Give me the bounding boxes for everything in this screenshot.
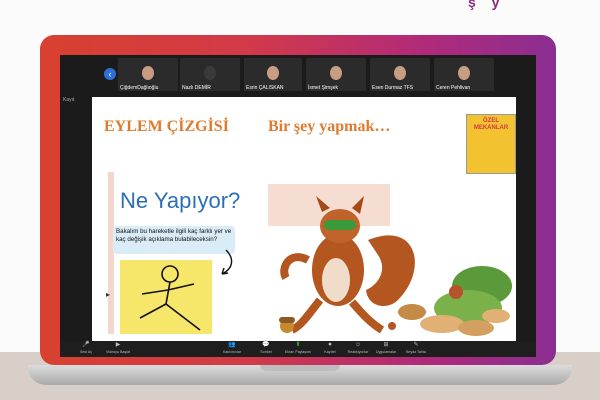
stick-figure-panel: [120, 260, 212, 334]
participant-tile[interactable]: Nazlı DEMİR: [180, 58, 240, 91]
participant-avatar: [267, 66, 279, 80]
participant-avatar: [204, 66, 216, 80]
share-screen-button[interactable]: ⬆ Ekran Paylaşımı: [284, 342, 312, 356]
slide-subtitle: Bir şey yapmak…: [268, 118, 391, 135]
participant-name: Esen Durmaz TFS: [372, 85, 414, 91]
chat-button[interactable]: 💬 Sohbet: [252, 342, 280, 356]
participant-tile[interactable]: Esrin ÇALISKAN: [244, 58, 302, 91]
record-icon: ⏺: [328, 342, 332, 348]
reactions-label: Reaksiyonlar: [347, 350, 369, 354]
reactions-icon: ☺: [354, 342, 362, 348]
participant-name: ÇiğdemDağlıoğlu: [120, 85, 159, 91]
stick-figure-illustration: [139, 265, 201, 331]
participant-avatar: [394, 66, 406, 80]
decorative-heading: ş y: [468, 0, 506, 10]
video-label: Videoyu Başlat: [106, 350, 130, 354]
arrow-icon: [212, 248, 236, 285]
nuts-illustration: [372, 246, 516, 345]
participant-name: İsmet Şimşek: [308, 85, 339, 91]
participant-avatar: [458, 66, 470, 80]
participant-tile[interactable]: ÇiğdemDağlıoğlu: [118, 58, 178, 91]
chat-label: Sohbet: [260, 350, 272, 354]
apps-icon: ⊞: [383, 342, 389, 348]
slide-nav-marker[interactable]: ▸: [106, 290, 110, 299]
participant-avatar: [142, 66, 154, 80]
apps-label: Uygulamalar: [375, 350, 397, 354]
share-icon: ⬆: [295, 342, 301, 348]
whiteboard-icon: ✎: [413, 342, 419, 348]
participant-name: Nazlı DEMİR: [182, 85, 211, 91]
reactions-button[interactable]: ☺ Reaksiyonlar: [344, 342, 372, 356]
participant-avatar: [330, 66, 342, 80]
participants-icon: 👥: [228, 342, 236, 348]
slide-title: EYLEM ÇİZGİSİ: [104, 118, 229, 135]
chat-icon: 💬: [262, 342, 270, 348]
participant-tile[interactable]: Esen Durmaz TFS: [370, 58, 430, 91]
video-button[interactable]: ▶ Videoyu Başlat: [104, 342, 132, 356]
gallery-prev-button[interactable]: ‹: [104, 68, 116, 80]
mute-button[interactable]: 🎤 Sesi Aç: [72, 342, 100, 356]
book-cover-image: ÖZEL MEKANLAR: [466, 114, 516, 174]
participant-tile[interactable]: Ceren Pehlivan: [434, 58, 494, 91]
participants-button[interactable]: 👥 Katılımcılar: [218, 342, 246, 356]
screen-share-label: Kayıt: [63, 97, 75, 103]
share-label: Ekran Paylaşımı: [284, 350, 312, 354]
whiteboard-button[interactable]: ✎ Beyaz Tahta: [402, 342, 430, 356]
apps-button[interactable]: ⊞ Uygulamalar: [372, 342, 400, 356]
worksheet-side-bar: [108, 172, 114, 334]
acorn-icon: [276, 312, 298, 339]
laptop-notch: [260, 365, 340, 371]
video-icon: ▶: [115, 342, 121, 348]
record-label: Kaydet: [324, 350, 336, 354]
whiteboard-label: Beyaz Tahta: [406, 350, 426, 354]
participant-name: Esrin ÇALISKAN: [246, 85, 284, 91]
participant-name: Ceren Pehlivan: [436, 85, 471, 91]
record-button[interactable]: ⏺ Kaydet: [316, 342, 344, 356]
mute-label: Sesi Aç: [80, 350, 92, 354]
participants-label: Katılımcılar: [223, 350, 241, 354]
mic-icon: 🎤: [82, 342, 90, 348]
participant-tile[interactable]: İsmet Şimşek: [306, 58, 366, 91]
worksheet-heading: Ne Yapıyor?: [120, 188, 241, 213]
book-title: ÖZEL MEKANLAR: [473, 118, 509, 131]
